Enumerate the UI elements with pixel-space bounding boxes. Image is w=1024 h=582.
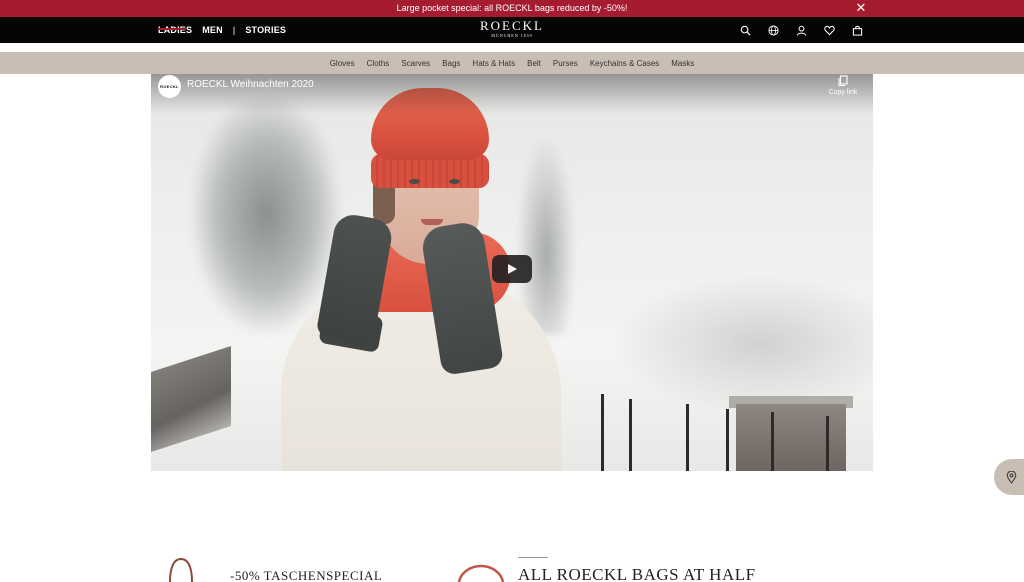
fence-post (771, 412, 774, 471)
globe-icon[interactable] (766, 23, 780, 37)
video-player[interactable]: ROECKL ROECKL Weihnachten 2020 Copy link (151, 74, 873, 471)
category-gloves[interactable]: Gloves (330, 59, 355, 68)
category-purses[interactable]: Purses (553, 59, 578, 68)
eye (449, 179, 460, 184)
cabin (736, 404, 846, 471)
account-icon[interactable] (794, 23, 808, 37)
category-masks[interactable]: Masks (671, 59, 694, 68)
category-bags[interactable]: Bags (442, 59, 460, 68)
active-nav-underline (158, 28, 186, 30)
promo-text: Large pocket special: all ROECKL bags re… (396, 3, 628, 13)
roeckl-logo[interactable]: ROECKL MÜNCHEN 1839 (472, 19, 552, 41)
play-icon (508, 264, 517, 274)
category-cloths[interactable]: Cloths (367, 59, 390, 68)
heading-divider (518, 557, 548, 558)
background-hill (611, 274, 873, 414)
nav-stories[interactable]: STORIES (245, 25, 286, 35)
channel-avatar[interactable]: ROECKL (158, 75, 181, 98)
section-heading-large: ALL ROECKL BAGS AT HALF (518, 565, 756, 582)
fence-post (826, 416, 829, 471)
primary-nav: LADIES MEN | STORIES (158, 17, 286, 43)
fence-post (686, 404, 689, 471)
logo-subtitle: MÜNCHEN 1839 (491, 33, 533, 38)
nav-men[interactable]: MEN (202, 25, 223, 35)
eye (409, 179, 420, 184)
copy-link-button[interactable]: Copy link (821, 74, 865, 98)
category-scarves[interactable]: Scarves (401, 59, 430, 68)
video-title[interactable]: ROECKL Weihnachten 2020 (187, 79, 314, 91)
header-icons (738, 22, 864, 38)
handbag-image (169, 557, 193, 582)
section-heading: -50% TASCHENSPECIAL (230, 568, 383, 582)
category-bar: Gloves Cloths Scarves Bags Hats & Hats B… (0, 52, 1024, 74)
nav-separator: | (232, 25, 236, 35)
fence-post (601, 394, 604, 471)
bench (151, 346, 231, 452)
bag-icon[interactable] (850, 23, 864, 37)
category-belt[interactable]: Belt (527, 59, 541, 68)
fence-post (726, 409, 729, 471)
copy-icon (838, 75, 848, 87)
fence-post (629, 399, 632, 471)
handbag-image (457, 564, 505, 582)
category-hats[interactable]: Hats & Hats (472, 59, 515, 68)
copy-link-label: Copy link (828, 89, 858, 96)
close-icon[interactable]: ✕ (855, 1, 867, 14)
category-keychains-cases[interactable]: Keychains & Cases (590, 59, 659, 68)
promo-bar: Large pocket special: all ROECKL bags re… (0, 0, 1024, 17)
mouth (421, 219, 443, 225)
location-pin-icon (1006, 470, 1017, 484)
background-trees (191, 94, 341, 334)
main-header: LADIES MEN | STORIES ROECKL MÜNCHEN 1839 (0, 17, 1024, 43)
wishlist-icon[interactable] (822, 23, 836, 37)
play-button[interactable] (492, 255, 532, 283)
search-icon[interactable] (738, 23, 752, 37)
store-locator-button[interactable] (994, 459, 1024, 495)
nav-ladies[interactable]: LADIES (158, 25, 192, 35)
logo-brand: ROECKL (480, 18, 544, 33)
background-tree (516, 134, 576, 334)
